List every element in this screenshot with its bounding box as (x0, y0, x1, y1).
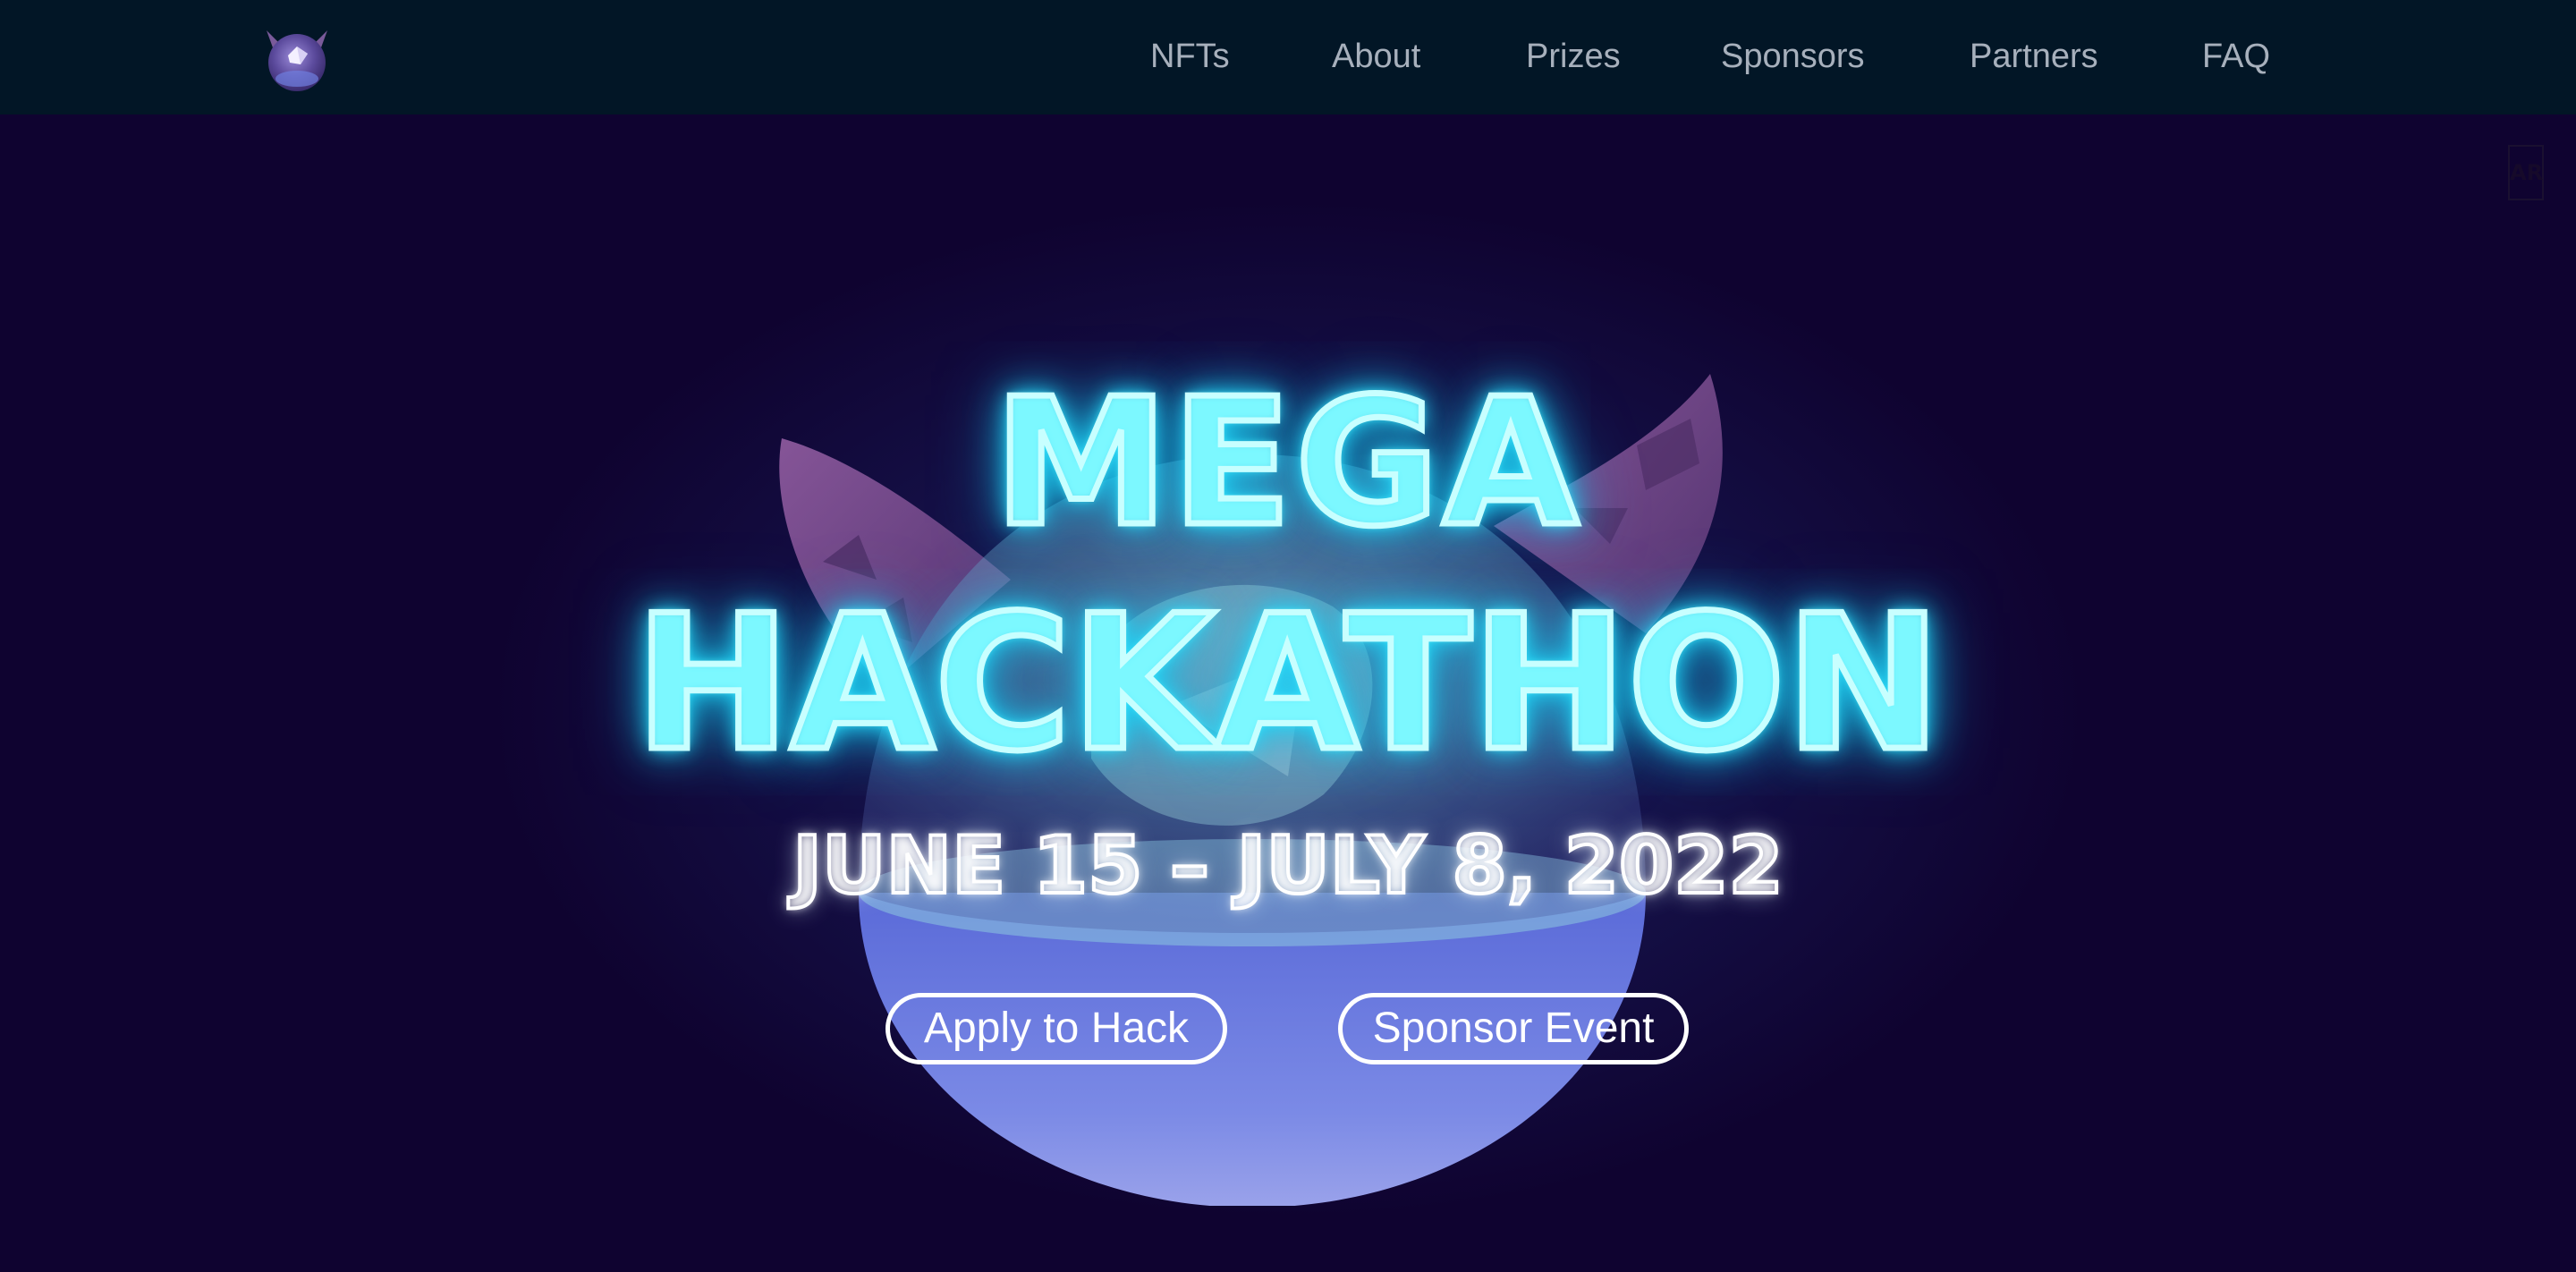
apply-to-hack-button[interactable]: Apply to Hack (886, 993, 1227, 1064)
nav-link-sponsors[interactable]: Sponsors (1721, 34, 1865, 79)
nav-link-faq[interactable]: FAQ (2202, 34, 2270, 79)
page: NFTs About Prizes Sponsors Partners FAQ (0, 0, 2576, 1272)
top-navbar: NFTs About Prizes Sponsors Partners FAQ (0, 0, 2576, 114)
nav-link-partners[interactable]: Partners (1970, 34, 2098, 79)
hero-section: MEGA HACKATHON JUNE 15 – JULY 8, 2022 Ap… (0, 114, 2576, 1272)
ar-badge[interactable]: AR (2508, 145, 2544, 200)
sponsor-event-button[interactable]: Sponsor Event (1338, 993, 1689, 1064)
event-dates: JUNE 15 – JULY 8, 2022 (791, 819, 1784, 912)
hero-title-line1: MEGA (991, 361, 1582, 565)
nav-links: NFTs About Prizes Sponsors Partners FAQ (0, 0, 2576, 114)
nav-link-prizes[interactable]: Prizes (1526, 34, 1621, 79)
hero-title-line2: HACKATHON (631, 576, 1945, 793)
nav-link-nfts[interactable]: NFTs (1150, 34, 1230, 79)
nav-link-about[interactable]: About (1332, 34, 1420, 79)
